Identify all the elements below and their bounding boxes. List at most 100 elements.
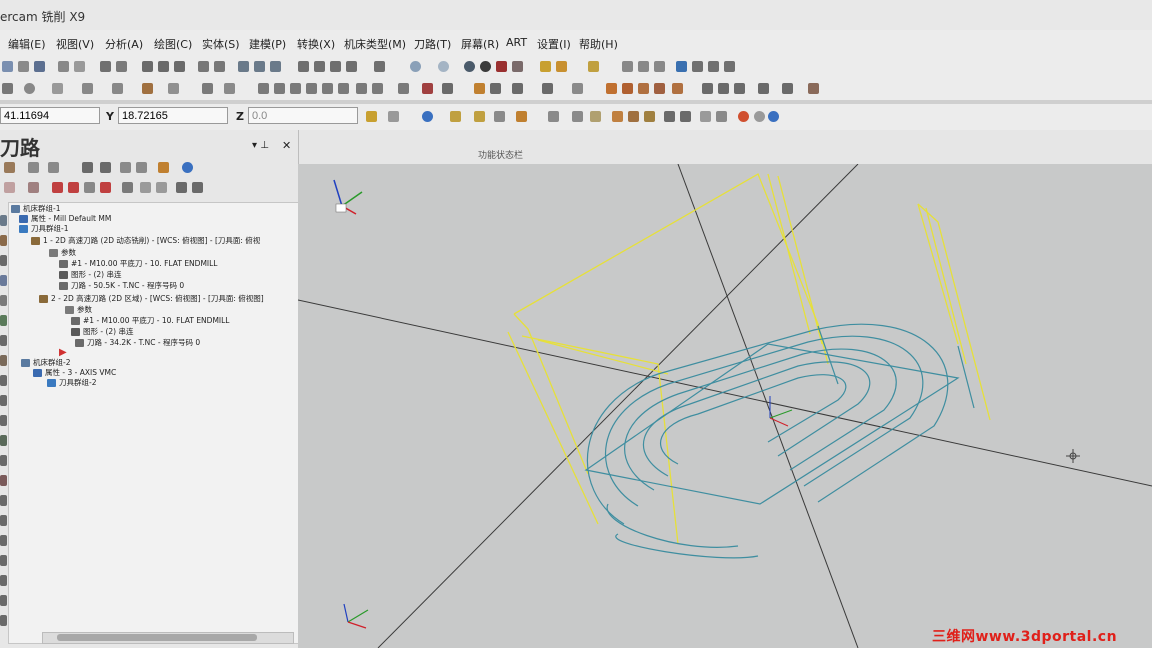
menu-screen[interactable]: 屏幕(R) [461,36,499,52]
strip-tool-icon[interactable] [0,275,7,286]
backplot-ops-icon[interactable] [100,162,111,173]
tree-node-operation-1[interactable]: 1 - 2D 高速刀路 (2D 动态铣削) - [WCS: 俯视图] - [刀具… [31,235,260,246]
settings-icon[interactable] [676,61,687,72]
help-icon[interactable] [422,111,433,122]
regen-dirty-icon[interactable] [82,162,93,173]
strip-tool-icon[interactable] [0,435,7,446]
zoom-out-icon[interactable] [198,61,209,72]
scale-icon[interactable] [306,83,317,94]
strip-tool-icon[interactable] [0,415,7,426]
scroll-to-insert-icon[interactable] [100,182,111,193]
strip-tool-icon[interactable] [0,615,7,626]
strip-tool-icon[interactable] [0,215,7,226]
menu-solids[interactable]: 实体(S) [202,36,240,52]
vertical-dim-icon[interactable] [542,83,553,94]
menu-art[interactable]: ART [506,36,527,49]
info-icon[interactable] [768,111,779,122]
refresh-icon[interactable] [192,182,203,193]
strip-tool-icon[interactable] [0,255,7,266]
tree-node-toolpath-1[interactable]: 刀路 - 50.5K - T.NC - 程序号码 0 [59,280,184,291]
toolpath-display-icon[interactable] [628,111,639,122]
rotate-icon[interactable] [238,61,249,72]
high-feed-icon[interactable] [4,182,15,193]
open-file-icon[interactable] [18,61,29,72]
plane-icon[interactable] [700,111,711,122]
autocursor-icon[interactable] [366,111,377,122]
statistics-icon[interactable] [692,61,703,72]
rectangle-tool-icon[interactable] [52,83,63,94]
strip-tool-icon[interactable] [0,495,7,506]
grid-icon[interactable] [422,83,433,94]
iso-view-icon[interactable] [346,61,357,72]
strip-tool-icon[interactable] [0,475,7,486]
zoom-window-icon[interactable] [158,61,169,72]
move-up-icon[interactable] [68,182,79,193]
note-icon[interactable] [474,83,485,94]
front-view-icon[interactable] [314,61,325,72]
translucency-icon[interactable] [496,61,507,72]
stock-icon[interactable] [612,111,623,122]
break-icon[interactable] [356,83,367,94]
surface-icon[interactable] [606,83,617,94]
translate-icon[interactable] [322,83,333,94]
tree-node-geometry-2[interactable]: 图形 - (2) 串连 [71,326,133,337]
tree-node-parameters-1[interactable]: 参数 [49,247,76,258]
regen-selected-icon[interactable] [48,162,59,173]
save-icon[interactable] [34,61,45,72]
undo-icon[interactable] [58,61,69,72]
fillet-surface-icon[interactable] [672,83,683,94]
redo-icon[interactable] [74,61,85,72]
z-coordinate-field[interactable] [248,107,358,124]
menu-model[interactable]: 建模(P) [249,36,286,52]
verify-ops-icon[interactable] [120,162,131,173]
hatch-icon[interactable] [572,83,583,94]
menu-xform[interactable]: 转换(X) [297,36,335,52]
stop-icon[interactable] [738,111,749,122]
menu-view[interactable]: 视图(V) [56,36,94,52]
menu-sketch[interactable]: 绘图(C) [154,36,192,52]
new-file-icon[interactable] [2,61,13,72]
strip-tool-icon[interactable] [0,335,7,346]
menu-settings[interactable]: 设置(I) [537,36,571,52]
regen-icon[interactable] [644,111,655,122]
tree-node-tool-group-1[interactable]: 刀具群组-1 [19,223,68,234]
selection-mode-icon[interactable] [516,111,527,122]
help-query-icon[interactable] [654,61,665,72]
toggle-display-icon[interactable] [140,182,151,193]
fast-point-icon[interactable] [388,111,399,122]
revolve-surface-icon[interactable] [638,83,649,94]
scrollbar-thumb[interactable] [57,634,257,641]
spline-tool-icon[interactable] [112,83,123,94]
shaded-edges-icon[interactable] [480,61,491,72]
strip-tool-icon[interactable] [0,595,7,606]
dimension-icon[interactable] [442,83,453,94]
manager-help-icon[interactable] [182,162,193,173]
lock-ops-icon[interactable] [122,182,133,193]
strip-tool-icon[interactable] [0,555,7,566]
select-failed-ops-icon[interactable] [28,162,39,173]
tree-node-operation-2[interactable]: 2 - 2D 高速刀路 (2D 区域) - [WCS: 俯视图] - [刀具面:… [39,293,264,304]
solid-shell-icon[interactable] [782,83,793,94]
delete-ops-icon[interactable] [28,182,39,193]
line-width-icon[interactable] [556,61,567,72]
menu-analyze[interactable]: 分析(A) [105,36,143,52]
zoom-in-icon[interactable] [174,61,185,72]
select-all-ops-icon[interactable] [4,162,15,173]
horizontal-dim-icon[interactable] [512,83,523,94]
mirror-icon[interactable] [274,83,285,94]
bounding-box-icon[interactable] [142,83,153,94]
solid-extrude-icon[interactable] [702,83,713,94]
hidden-lines-icon[interactable] [512,61,523,72]
color-icon[interactable] [588,61,599,72]
strip-tool-icon[interactable] [0,455,7,466]
delete-icon[interactable] [224,83,235,94]
gview-icon[interactable] [270,61,281,72]
line-style-icon[interactable] [540,61,551,72]
solid-boolean-icon[interactable] [734,83,745,94]
sphere-view-icon[interactable] [410,61,421,72]
array-icon[interactable] [338,83,349,94]
wireframe-icon[interactable] [438,61,449,72]
toggle-post-icon[interactable] [156,182,167,193]
ruled-surface-icon[interactable] [622,83,633,94]
strip-tool-icon[interactable] [0,295,7,306]
